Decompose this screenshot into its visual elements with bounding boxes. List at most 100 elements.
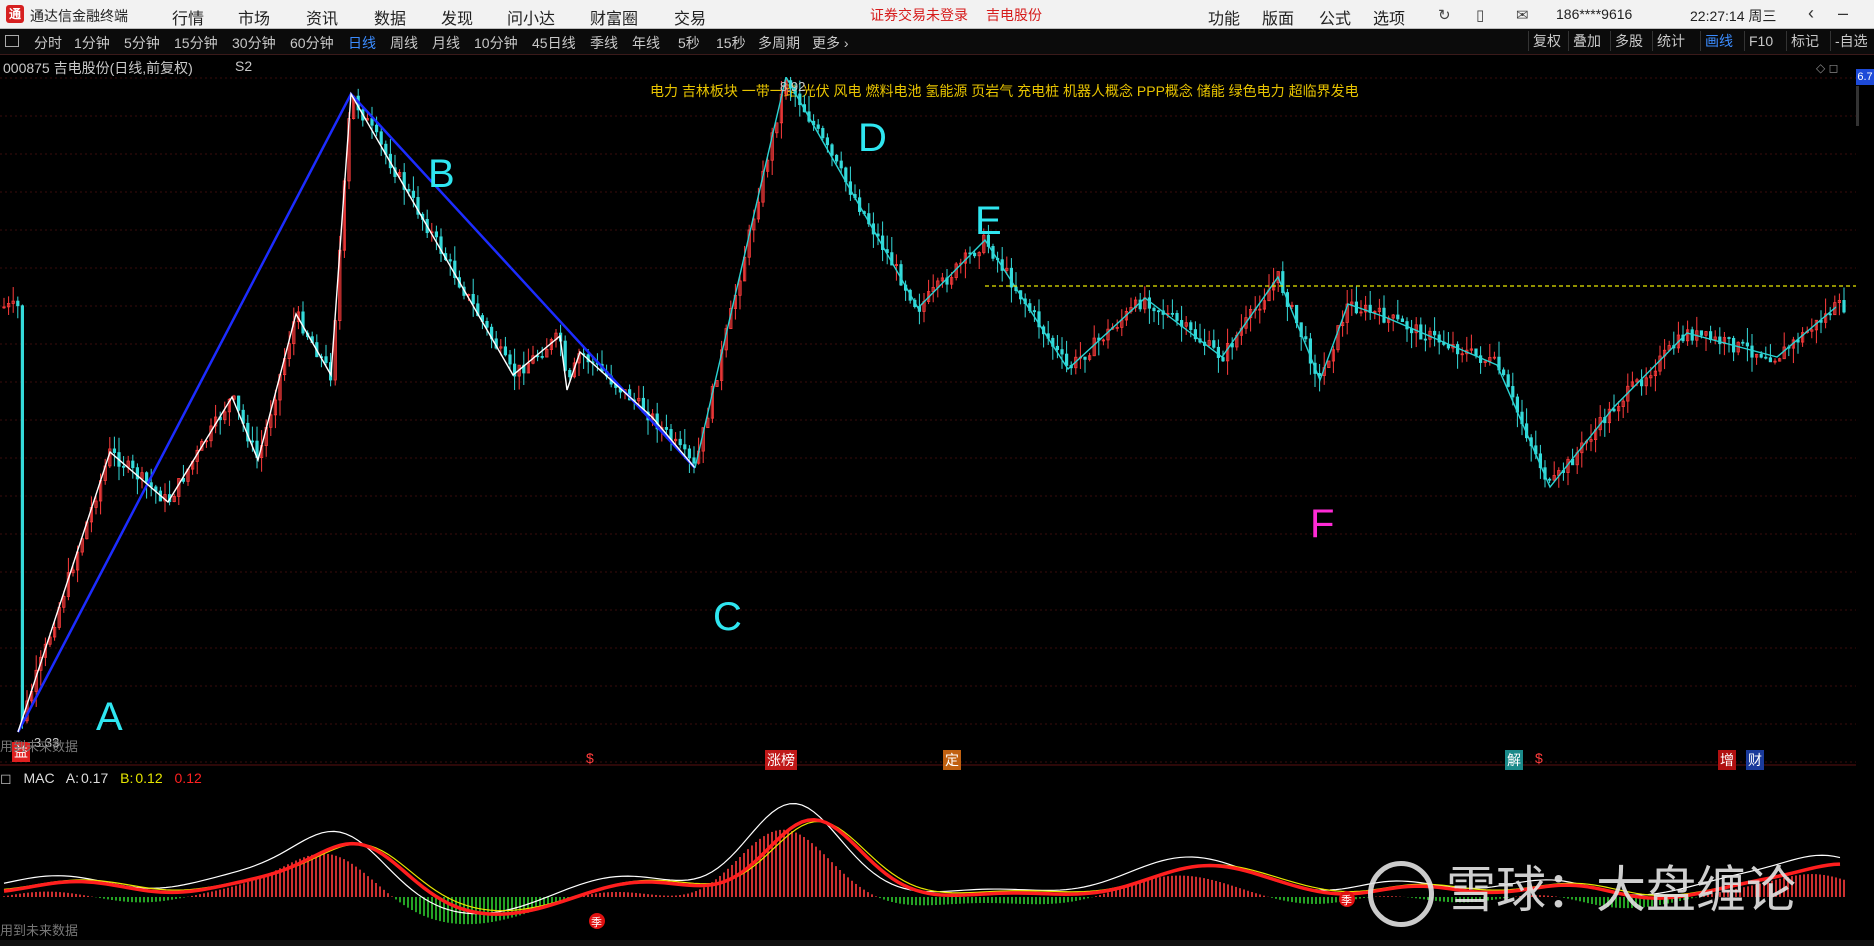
period-quarterly[interactable]: 季线 [590,33,618,53]
period-45day[interactable]: 45日线 [532,33,576,53]
layout-toggle-icon[interactable] [5,35,19,47]
candle-body [1474,348,1478,357]
chart-options-icon[interactable]: ◇ ◻ [1816,61,1839,75]
btn-fuquan[interactable]: 复权 [1528,31,1565,51]
event-marker-zhangbang[interactable]: 涨榜 [765,750,797,770]
candle-body [1828,313,1832,316]
candle-body [1842,300,1846,313]
event-marker-zeng[interactable]: 增 [1718,750,1736,770]
wave-label-d: D [858,116,887,160]
back-icon[interactable]: ‹ [1808,3,1814,24]
candle-body [1741,341,1745,344]
candle-body [1216,346,1220,358]
event-marker-jie[interactable]: 解 [1505,750,1523,770]
candle-body [683,444,687,450]
candle-body [16,300,20,307]
wave-label-b: B [428,152,455,196]
account-id[interactable]: 186****9616 [1556,6,1632,22]
phone-icon[interactable]: ▯ [1476,6,1484,24]
menu-item-caifuquan[interactable]: 财富圈 [590,5,638,29]
candle-body [144,472,149,484]
event-marker-ding[interactable]: 定 [943,750,961,770]
event-marker-dollar-2[interactable]: $ [1535,750,1543,766]
candle-body [1032,310,1036,313]
login-notice[interactable]: 证券交易未登录 [870,5,968,25]
candle-body [131,460,135,469]
indicator-tag[interactable]: S2 [235,58,252,74]
btn-biaoji[interactable]: 标记 [1786,31,1823,51]
refresh-icon[interactable]: ↻ [1438,6,1451,24]
menu-item-gongneng[interactable]: 功能 [1208,5,1240,29]
period-weekly[interactable]: 周线 [390,33,418,53]
menu-item-jiaoyi[interactable]: 交易 [674,5,706,29]
menu-item-shichang[interactable]: 市场 [238,5,270,29]
btn-diejia[interactable]: 叠加 [1568,31,1605,51]
macd-name-icon[interactable]: ◻ [0,770,16,786]
period-5sec[interactable]: 5秒 [678,33,700,53]
period-multi[interactable]: 多周期 [758,33,800,53]
candle-body [1423,338,1427,341]
menu-item-zixun[interactable]: 资讯 [306,5,338,29]
menu-item-shuju[interactable]: 数据 [374,5,406,29]
macd-name[interactable]: MAC [24,770,55,786]
wave-line-white [17,91,696,733]
wave-label-e: E [975,199,1002,243]
macd-marker-1-label: 季 [591,916,602,929]
candle-body [374,124,379,133]
period-daily[interactable]: 日线 [348,33,376,53]
wave-label-c: C [713,595,742,639]
period-60min[interactable]: 60分钟 [290,33,334,53]
event-marker-cai[interactable]: 财 [1746,750,1764,770]
candle-body [1304,336,1308,340]
event-marker-dollar-1[interactable]: $ [586,750,594,766]
menu-item-banmian[interactable]: 版面 [1262,5,1294,29]
candle-body [1382,307,1386,323]
period-fenshi[interactable]: 分时 [34,33,62,53]
menu-item-hangqing[interactable]: 行情 [172,5,204,29]
candle-body [1759,353,1763,358]
period-30min[interactable]: 30分钟 [232,33,276,53]
btn-huaxian[interactable]: 画线 [1700,31,1737,51]
chart-gridlines [0,77,1856,763]
candle-body [1400,318,1404,322]
candle-body [1548,478,1552,481]
future-data-note-bottom: 用到未来数据 [0,923,79,938]
macd-extra-value: 0.12 [174,770,202,786]
mail-icon[interactable]: ✉ [1516,6,1529,24]
candle-body [1147,297,1151,309]
period-yearly[interactable]: 年线 [632,33,660,53]
menu-item-wenxiaoda[interactable]: 问小达 [507,5,555,29]
candle-body [830,144,834,156]
candle-body [1170,312,1174,315]
candle-body [540,356,544,358]
wave-line-blue [16,91,696,733]
period-15sec[interactable]: 15秒 [716,33,746,53]
period-more[interactable]: 更多 › [812,33,849,53]
btn-f10[interactable]: F10 [1744,31,1777,51]
period-15min[interactable]: 15分钟 [174,33,218,53]
period-10min[interactable]: 10分钟 [474,33,518,53]
candle-body [1506,374,1510,387]
stock-title[interactable]: 000875 吉电股份(日线,前复权) [3,58,193,78]
xueqiu-logo-icon [1368,860,1434,927]
btn-zixuan[interactable]: -自选 [1830,31,1872,51]
kline-chart[interactable]: A B C D E F 8.92 3.33 季 季 [0,77,1874,940]
candle-body [112,448,116,453]
period-1min[interactable]: 1分钟 [74,33,110,53]
menu-item-xuanxiang[interactable]: 选项 [1373,5,1405,29]
menu-item-faxian[interactable]: 发现 [441,5,473,29]
candle-body [1479,355,1483,363]
minimize-icon[interactable]: – [1838,3,1848,24]
candle-body [816,124,820,129]
notice-stock[interactable]: 吉电股份 [986,5,1042,25]
candlesticks [2,77,1846,729]
btn-duogu[interactable]: 多股 [1610,31,1647,51]
watermark-text: 雪球：大盘缠论 [1446,861,1796,919]
candle-body [434,231,439,238]
menu-item-gongshi[interactable]: 公式 [1319,5,1351,29]
period-monthly[interactable]: 月线 [432,33,460,53]
btn-tongji[interactable]: 统计 [1652,31,1689,51]
period-5min[interactable]: 5分钟 [124,33,160,53]
high-price-label: 8.92 [780,79,805,94]
wave-label-f: F [1310,502,1334,546]
